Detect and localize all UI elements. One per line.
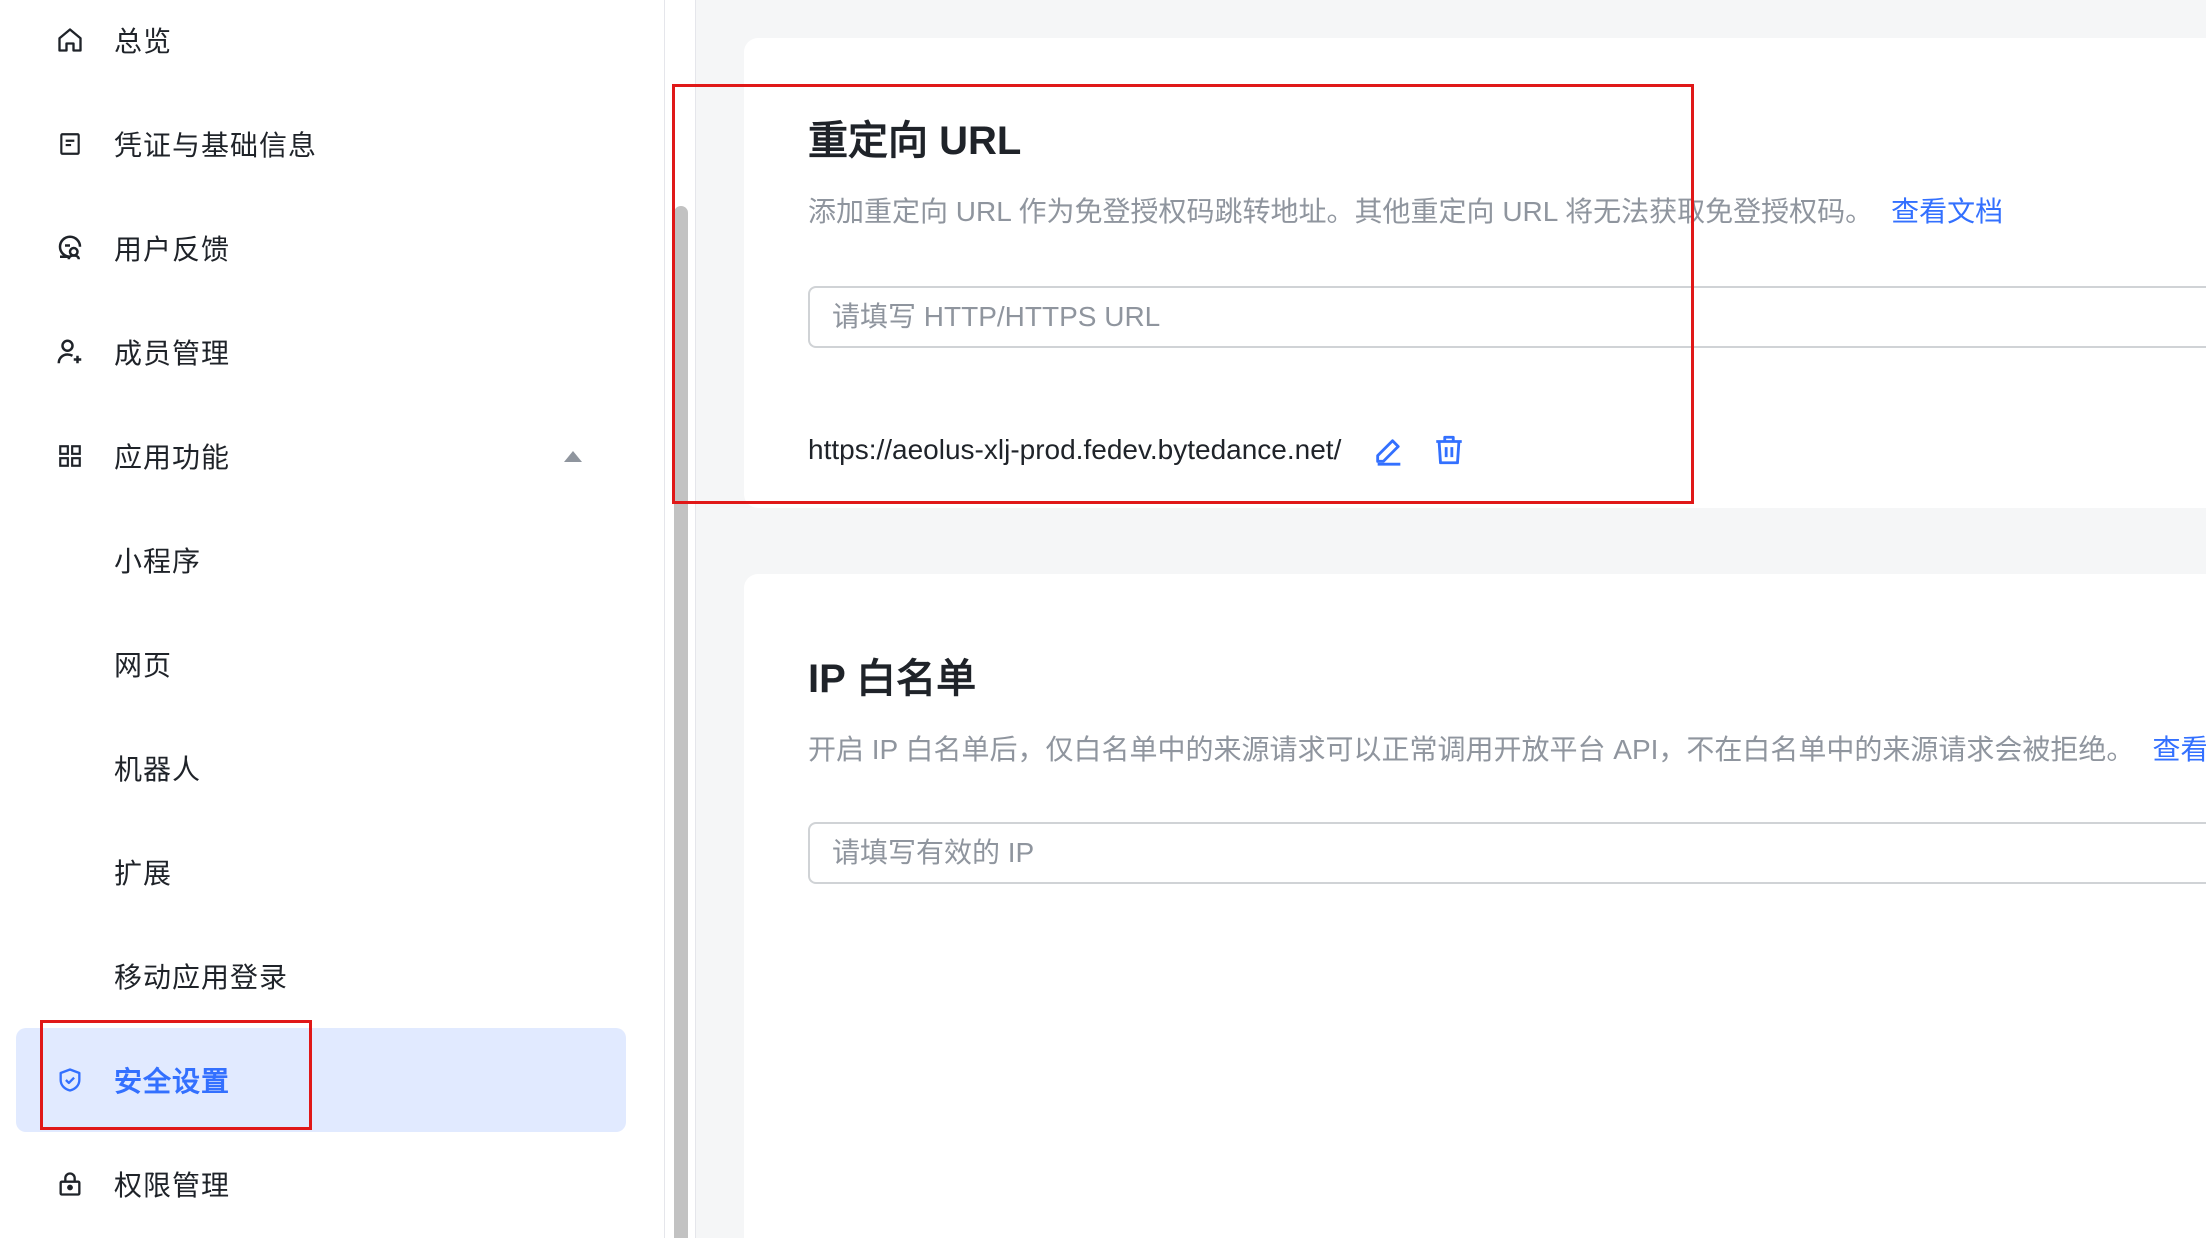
shield-check-icon — [54, 1064, 86, 1096]
sidebar-item-label: 扩展 — [114, 858, 173, 889]
grid-icon — [54, 440, 86, 472]
sidebar-item-label: 成员管理 — [114, 338, 231, 369]
sidebar-item-overview[interactable]: 总览 — [0, 0, 664, 92]
sidebar-item-extension[interactable]: 扩展 — [0, 820, 664, 924]
sidebar-item-label: 机器人 — [114, 754, 202, 785]
sidebar-item-bot[interactable]: 机器人 — [0, 716, 664, 820]
sidebar-item-members[interactable]: 成员管理 — [0, 300, 664, 404]
section-title: IP 白名单 — [808, 657, 977, 701]
redirect-url-entry: https://aeolus-xlj-prod.fedev.bytedance.… — [808, 430, 1469, 470]
sidebar-item-label: 移动应用登录 — [114, 962, 289, 993]
sidebar-item-label: 用户反馈 — [114, 234, 231, 265]
section-description: 添加重定向 URL 作为免登授权码跳转地址。其他重定向 URL 将无法获取免登授… — [808, 190, 2003, 230]
sidebar-item-permissions[interactable]: 权限管理 — [0, 1132, 664, 1236]
ip-whitelist-card: IP 白名单 开启 IP 白名单后，仅白名单中的来源请求可以正常调用开放平台 A… — [744, 574, 2206, 1238]
description-text: 添加重定向 URL 作为免登授权码跳转地址。其他重定向 URL 将无法获取免登授… — [808, 196, 1874, 227]
sidebar: 总览 凭证与基础信息 用户反馈 成员管理 应用功能 小程序 网页 机器人 扩展 … — [0, 0, 665, 1238]
ip-input[interactable] — [808, 822, 2206, 884]
edit-icon[interactable] — [1369, 430, 1409, 470]
sidebar-item-label: 应用功能 — [114, 442, 231, 473]
credential-icon — [54, 128, 86, 160]
home-icon — [54, 24, 86, 56]
active-highlight — [16, 1028, 626, 1132]
sidebar-scrollbar-thumb[interactable] — [674, 206, 688, 1238]
sidebar-item-label: 凭证与基础信息 — [114, 130, 318, 161]
sidebar-item-label: 小程序 — [114, 546, 202, 577]
sidebar-item-webpage[interactable]: 网页 — [0, 612, 664, 716]
chevron-up-icon[interactable] — [564, 450, 582, 462]
lock-icon — [54, 1168, 86, 1200]
sidebar-item-security[interactable]: 安全设置 — [0, 1028, 664, 1132]
sidebar-item-mobile-login[interactable]: 移动应用登录 — [0, 924, 664, 1028]
main-content: 重定向 URL 添加重定向 URL 作为免登授权码跳转地址。其他重定向 URL … — [696, 0, 2206, 1238]
redirect-url-value: https://aeolus-xlj-prod.fedev.bytedance.… — [808, 434, 1342, 465]
section-description: 开启 IP 白名单后，仅白名单中的来源请求可以正常调用开放平台 API，不在白名… — [808, 728, 2206, 768]
redirect-url-input[interactable] — [808, 286, 2206, 348]
sidebar-item-label: 总览 — [114, 26, 173, 57]
redirect-url-card: 重定向 URL 添加重定向 URL 作为免登授权码跳转地址。其他重定向 URL … — [744, 38, 2206, 508]
app-root: 总览 凭证与基础信息 用户反馈 成员管理 应用功能 小程序 网页 机器人 扩展 … — [0, 0, 2206, 1238]
description-text: 开启 IP 白名单后，仅白名单中的来源请求可以正常调用开放平台 API，不在白名… — [808, 734, 2135, 765]
section-title: 重定向 URL — [808, 119, 1022, 163]
feedback-icon — [54, 232, 86, 264]
sidebar-item-label: 权限管理 — [114, 1170, 231, 1201]
sidebar-item-label: 安全设置 — [114, 1066, 231, 1097]
sidebar-item-credentials[interactable]: 凭证与基础信息 — [0, 92, 664, 196]
delete-icon[interactable] — [1429, 430, 1469, 470]
sidebar-item-miniprogram[interactable]: 小程序 — [0, 508, 664, 612]
view-docs-link[interactable]: 查看文 — [2152, 734, 2206, 765]
sidebar-item-app-features[interactable]: 应用功能 — [0, 404, 664, 508]
sidebar-item-feedback[interactable]: 用户反馈 — [0, 196, 664, 300]
sidebar-item-label: 网页 — [114, 650, 173, 681]
add-member-icon — [54, 336, 86, 368]
view-docs-link[interactable]: 查看文档 — [1891, 196, 2003, 227]
